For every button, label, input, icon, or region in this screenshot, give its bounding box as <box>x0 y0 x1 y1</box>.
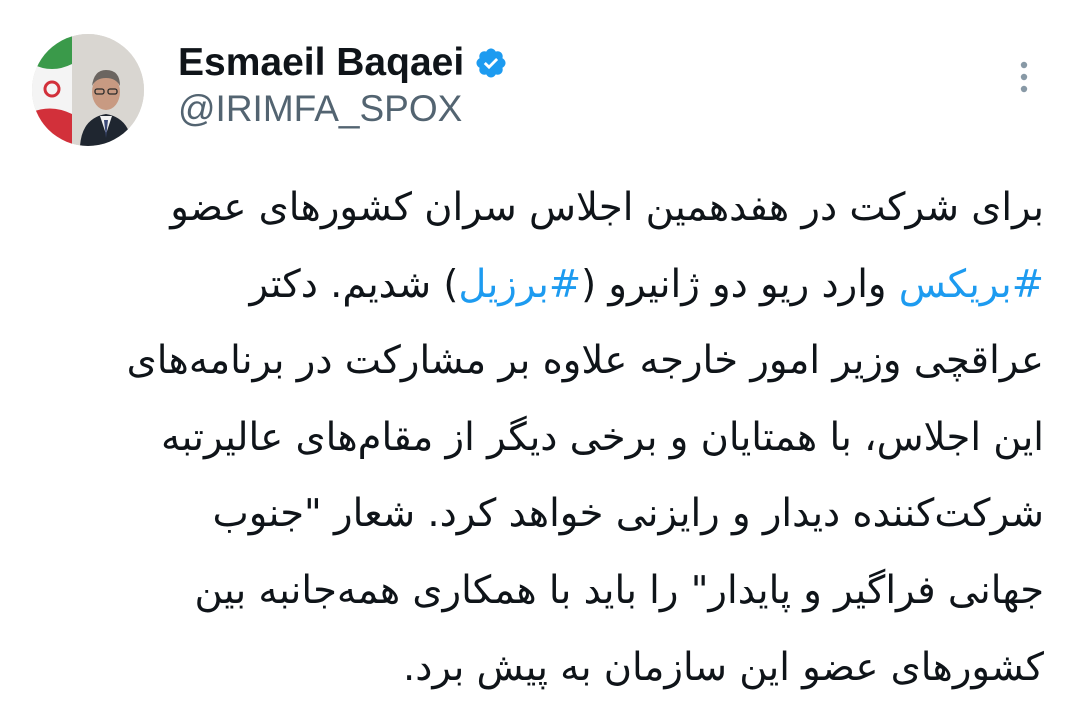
display-name[interactable]: Esmaeil Baqaei <box>178 41 464 85</box>
more-options-button[interactable] <box>1004 56 1044 106</box>
tweet-line: شرکت‌کننده دیدار و رایزنی خواهد کرد. شعا… <box>24 476 1044 553</box>
tweet-line: #بریکس وارد ریو دو ژانیرو (#برزیل) شدیم.… <box>24 247 1044 324</box>
tweet-card: Esmaeil Baqaei @IRIMFA_SPOX برای شرکت در… <box>0 0 1080 710</box>
tweet-line: برای شرکت در هفدهمین اجلاس سران کشورهای … <box>24 170 1044 247</box>
avatar[interactable] <box>32 34 144 146</box>
tweet-text: برای شرکت در هفدهمین اجلاس سران کشورهای … <box>24 170 1044 706</box>
name-row: Esmaeil Baqaei <box>178 38 508 88</box>
avatar-image <box>32 34 144 146</box>
tweet-line: عراقچی وزیر امور خارجه علاوه بر مشارکت د… <box>24 323 1044 400</box>
tweet-line: این اجلاس، با همتایان و برخی دیگر از مقا… <box>24 400 1044 477</box>
tweet-text-segment: وارد ریو دو ژانیرو ( <box>581 261 899 307</box>
hashtag-link[interactable]: #برزیل <box>458 262 581 307</box>
tweet-text-segment: شرکت‌کننده دیدار و رایزنی خواهد کرد. شعا… <box>212 491 1044 537</box>
more-vertical-icon <box>1020 61 1028 93</box>
hashtag-link[interactable]: #بریکس <box>899 262 1044 307</box>
tweet-text-segment: ) شدیم. دکتر <box>249 261 459 307</box>
user-handle[interactable]: @IRIMFA_SPOX <box>178 88 462 130</box>
tweet-text-segment: جهانی فراگیر و پایدار" را باید با همکاری… <box>194 567 1044 613</box>
tweet-text-segment: این اجلاس، با همتایان و برخی دیگر از مقا… <box>160 414 1044 460</box>
tweet-line: جهانی فراگیر و پایدار" را باید با همکاری… <box>24 553 1044 630</box>
tweet-text-segment: کشورهای عضو این سازمان به پیش برد. <box>402 644 1044 690</box>
tweet-text-segment: عراقچی وزیر امور خارجه علاوه بر مشارکت د… <box>126 338 1044 384</box>
tweet-text-segment: برای شرکت در هفدهمین اجلاس سران کشورهای … <box>170 185 1044 230</box>
tweet-line: کشورهای عضو این سازمان به پیش برد. <box>24 630 1044 707</box>
verified-badge-icon <box>474 46 508 80</box>
